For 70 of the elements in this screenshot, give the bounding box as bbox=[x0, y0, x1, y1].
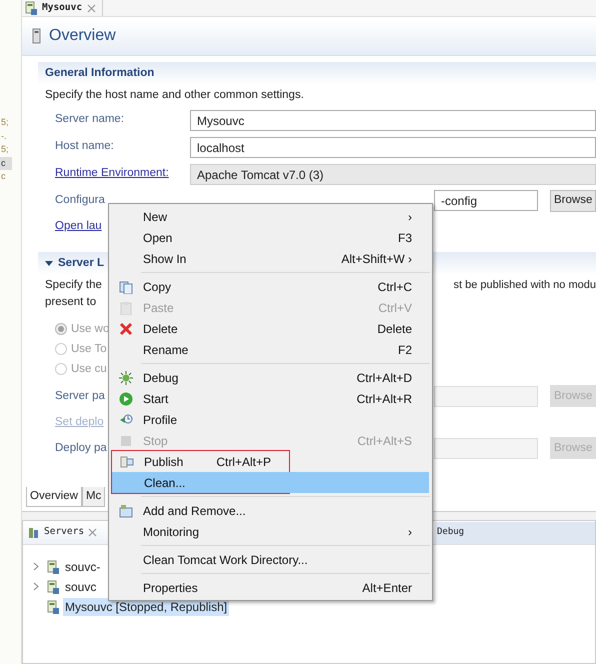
stop-icon bbox=[119, 434, 133, 448]
server-icon bbox=[47, 580, 59, 594]
server-icon bbox=[25, 1, 37, 15]
server-icon bbox=[47, 560, 59, 574]
chevron-icon bbox=[33, 582, 39, 592]
field-label: Deploy pa bbox=[55, 440, 107, 456]
menu-item[interactable]: New › bbox=[111, 206, 430, 227]
menu-item[interactable]: Monitoring › bbox=[111, 521, 430, 542]
menu-item[interactable]: Start Ctrl+Alt+R bbox=[111, 388, 430, 409]
menu-item[interactable]: Delete Delete bbox=[111, 318, 430, 339]
menu-item[interactable]: Rename F2 bbox=[111, 339, 430, 360]
section-description: Specify the bbox=[45, 278, 102, 293]
section-description: present to bbox=[45, 295, 98, 310]
page-title: Overview bbox=[49, 26, 116, 46]
section-title: General Information bbox=[45, 66, 154, 81]
tree-item[interactable]: souvc- bbox=[63, 558, 102, 576]
field-label: Server pa bbox=[55, 388, 105, 404]
bug-icon bbox=[119, 370, 133, 384]
input-field[interactable]: localhost bbox=[190, 136, 596, 158]
menu-item[interactable]: Show In Alt+Shift+W › bbox=[111, 248, 430, 269]
menu-item[interactable]: Clean... bbox=[112, 472, 429, 493]
input-field[interactable]: Mysouvc bbox=[190, 110, 596, 130]
field-label: Host name: bbox=[55, 139, 115, 154]
servers-icon bbox=[28, 526, 40, 538]
runtime-combo[interactable]: Apache Tomcat v7.0 (3) bbox=[190, 164, 596, 184]
code-fragment: 5; bbox=[0, 143, 10, 156]
folder-icon bbox=[119, 504, 133, 518]
code-fragment: c bbox=[0, 156, 12, 170]
code-fragment: c bbox=[0, 170, 6, 183]
close-icon bbox=[87, 4, 96, 12]
section-title: Server L bbox=[58, 256, 104, 270]
field-label: Configura bbox=[55, 192, 105, 208]
menu-item[interactable]: Debug Ctrl+Alt+D bbox=[111, 367, 430, 388]
menu-item[interactable]: Profile bbox=[111, 409, 430, 430]
page-tab[interactable]: Overview bbox=[26, 486, 82, 507]
link[interactable]: Runtime Environment: bbox=[55, 165, 190, 183]
menu-item[interactable]: Add and Remove... bbox=[111, 500, 430, 521]
server-icon bbox=[47, 600, 59, 614]
collapse-icon bbox=[45, 259, 53, 268]
field-label: Server name: bbox=[55, 112, 126, 128]
input-field[interactable]: -config bbox=[434, 190, 538, 211]
profile-icon bbox=[119, 412, 133, 426]
publish-icon bbox=[120, 454, 134, 468]
page-tab[interactable]: Mc bbox=[82, 486, 106, 507]
link[interactable]: Open lau bbox=[55, 218, 102, 236]
menu-item[interactable]: Properties Alt+Enter bbox=[111, 577, 430, 598]
delete-icon bbox=[119, 322, 133, 336]
menu-item[interactable]: Publish Ctrl+Alt+P bbox=[112, 451, 289, 472]
section-description: Specify the host name and other common settings. bbox=[44, 88, 305, 104]
view-tab[interactable]: Debug bbox=[435, 522, 595, 544]
server-icon bbox=[32, 28, 41, 44]
radio-label: Use cu bbox=[71, 362, 107, 377]
menu-item[interactable]: Open F3 bbox=[111, 227, 430, 248]
editor-tab[interactable]: Mysouvc bbox=[22, 0, 104, 16]
browse-button[interactable]: Browse bbox=[550, 190, 596, 212]
chevron-icon bbox=[33, 562, 39, 572]
code-fragment: -. bbox=[0, 130, 8, 142]
copy-icon bbox=[119, 280, 133, 294]
play-icon bbox=[119, 392, 133, 406]
close-icon bbox=[88, 528, 98, 537]
paste-icon bbox=[119, 300, 133, 314]
menu-item[interactable]: Copy Ctrl+C bbox=[111, 276, 430, 297]
tree-item[interactable]: souvc bbox=[63, 578, 98, 596]
menu-item[interactable]: Clean Tomcat Work Directory... bbox=[111, 549, 430, 570]
view-tab[interactable]: Servers bbox=[23, 525, 104, 540]
section-description: st be published with no modu bbox=[454, 278, 596, 293]
code-fragment: 5; bbox=[0, 116, 10, 129]
radio-label: Use To bbox=[71, 342, 107, 357]
input-field[interactable] bbox=[434, 386, 538, 407]
input-field[interactable] bbox=[434, 438, 538, 459]
